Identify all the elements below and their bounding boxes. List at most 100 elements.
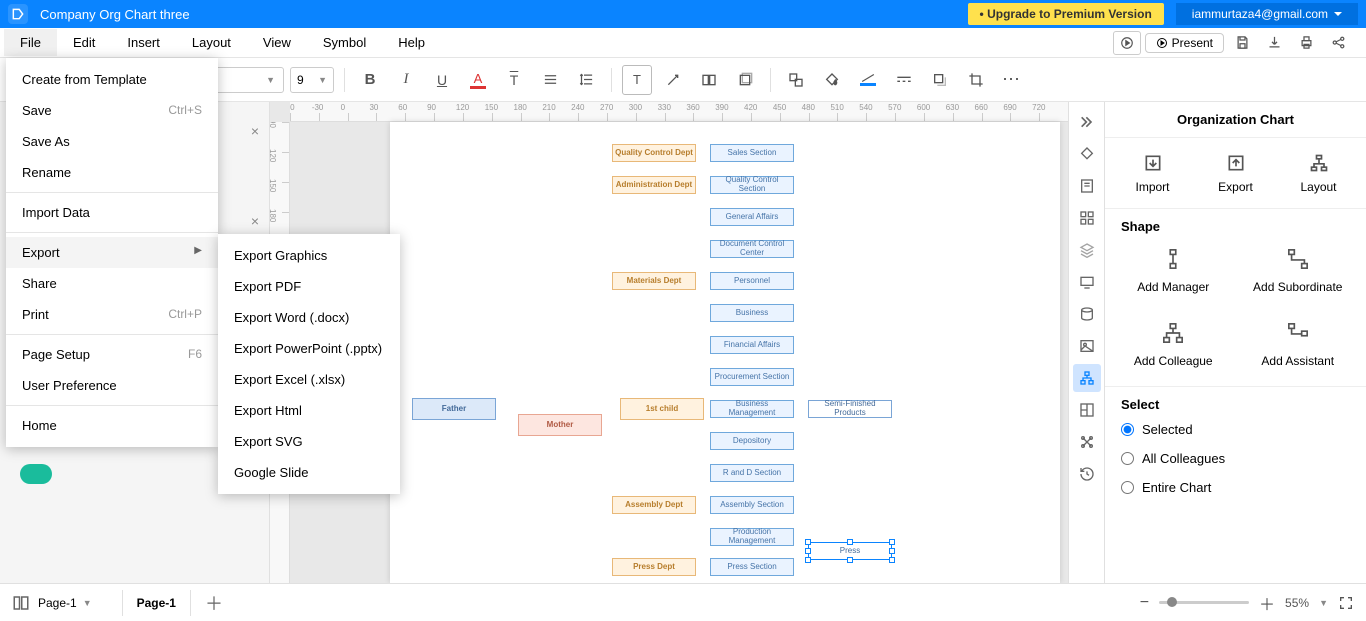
layers-icon[interactable] [1073,236,1101,264]
add-subordinate-button[interactable]: Add Subordinate [1243,248,1353,294]
export-svg[interactable]: Export SVG [218,426,400,457]
radio-selected[interactable] [1121,423,1134,436]
file-menu-export[interactable]: Export▶ [6,237,218,268]
file-menu-share[interactable]: Share [6,268,218,299]
download-icon[interactable] [1260,31,1288,55]
font-size-select[interactable]: 9▼ [290,67,334,93]
fullscreen-icon[interactable] [1338,595,1354,611]
close-tab-icon[interactable]: × [251,213,259,229]
connector-icon[interactable] [658,65,688,95]
radio-colleagues[interactable] [1121,452,1134,465]
add-colleague-button[interactable]: Add Colleague [1118,322,1228,368]
menu-file[interactable]: File [4,29,57,56]
org-node-gen-aff[interactable]: General Affairs [710,208,794,226]
file-menu-create-template[interactable]: Create from Template [6,64,218,95]
text-style-icon[interactable]: T [499,65,529,95]
select-option-selected[interactable]: Selected [1121,422,1350,437]
group-icon[interactable] [781,65,811,95]
file-menu-print[interactable]: PrintCtrl+P [6,299,218,330]
expand-panel-icon[interactable] [1073,108,1101,136]
selection-handle[interactable] [889,548,895,554]
history-icon[interactable] [1073,460,1101,488]
selection-handle[interactable] [805,539,811,545]
zoom-in-button[interactable]: ＋ [1259,591,1275,615]
align-icon[interactable] [535,65,565,95]
org-node-business[interactable]: Business [710,304,794,322]
org-node-rd[interactable]: R and D Section [710,464,794,482]
org-node-mother[interactable]: Mother [518,414,602,436]
export-graphics[interactable]: Export Graphics [218,240,400,271]
bold-icon[interactable]: B [355,65,385,95]
file-menu-home[interactable]: Home [6,410,218,441]
menu-insert[interactable]: Insert [111,29,176,56]
image-icon[interactable] [1073,332,1101,360]
org-node-qc-dept[interactable]: Quality Control Dept [612,144,696,162]
menu-edit[interactable]: Edit [57,29,111,56]
document-title[interactable]: Company Org Chart three [40,7,190,22]
org-node-doc-ctrl[interactable]: Document Control Center [710,240,794,258]
shape-palette-item[interactable] [20,464,52,484]
fill-color-icon[interactable] [817,65,847,95]
org-node-prod-mgmt[interactable]: Production Management [710,528,794,546]
org-node-bus-mgmt[interactable]: Business Management [710,400,794,418]
page-surface[interactable]: FatherMother1st childQuality Control Dep… [390,122,1060,583]
org-node-father[interactable]: Father [412,398,496,420]
save-icon[interactable] [1228,31,1256,55]
select-option-entire[interactable]: Entire Chart [1121,480,1350,495]
print-icon[interactable] [1292,31,1320,55]
org-node-qc-sec[interactable]: Quality Control Section [710,176,794,194]
zoom-out-button[interactable]: − [1140,594,1149,612]
share-icon[interactable] [1324,31,1352,55]
present-button[interactable]: Present [1145,33,1224,53]
selection-handle[interactable] [805,548,811,554]
page-select-dropdown[interactable]: Page-1▼ [38,596,92,610]
crop-icon[interactable] [961,65,991,95]
file-menu-page-setup[interactable]: Page SetupF6 [6,339,218,370]
export-html[interactable]: Export Html [218,395,400,426]
export-word[interactable]: Export Word (.docx) [218,302,400,333]
menu-view[interactable]: View [247,29,307,56]
file-menu-rename[interactable]: Rename [6,157,218,188]
rp-export-button[interactable]: Export [1196,152,1276,194]
line-spacing-icon[interactable] [571,65,601,95]
org-chart-panel-icon[interactable] [1073,364,1101,392]
selection-handle[interactable] [847,557,853,563]
menu-layout[interactable]: Layout [176,29,247,56]
network-icon[interactable] [1073,428,1101,456]
org-node-sales[interactable]: Sales Section [710,144,794,162]
video-tutorial-icon[interactable] [1113,31,1141,55]
file-menu-save-as[interactable]: Save As [6,126,218,157]
selection-handle[interactable] [889,557,895,563]
close-tab-icon[interactable]: × [251,123,259,139]
export-powerpoint[interactable]: Export PowerPoint (.pptx) [218,333,400,364]
add-page-button[interactable]: ＋ [205,590,223,616]
italic-icon[interactable]: I [391,65,421,95]
export-excel[interactable]: Export Excel (.xlsx) [218,364,400,395]
selection-handle[interactable] [847,539,853,545]
text-tool-icon[interactable]: T [622,65,652,95]
org-node-assembly-dept[interactable]: Assembly Dept [612,496,696,514]
select-option-colleagues[interactable]: All Colleagues [1121,451,1350,466]
underline-icon[interactable]: U [427,65,457,95]
zoom-dropdown-icon[interactable]: ▼ [1319,598,1328,608]
add-manager-button[interactable]: Add Manager [1118,248,1228,294]
layout-horizontal-icon[interactable] [694,65,724,95]
file-menu-save[interactable]: SaveCtrl+S [6,95,218,126]
menu-help[interactable]: Help [382,29,441,56]
org-node-press-dept[interactable]: Press Dept [612,558,696,576]
page-tab-active[interactable]: Page-1 [122,590,191,616]
theme-icon[interactable] [1073,140,1101,168]
slides-icon[interactable] [1073,268,1101,296]
file-menu-import-data[interactable]: Import Data [6,197,218,228]
selection-handle[interactable] [889,539,895,545]
canvas[interactable]: FatherMother1st childQuality Control Dep… [290,122,1068,583]
zoom-slider[interactable] [1159,601,1249,604]
menu-symbol[interactable]: Symbol [307,29,382,56]
rp-import-button[interactable]: Import [1113,152,1193,194]
zoom-slider-thumb[interactable] [1167,597,1177,607]
layout-stack-icon[interactable] [730,65,760,95]
radio-entire[interactable] [1121,481,1134,494]
org-node-asm-sec[interactable]: Assembly Section [710,496,794,514]
org-node-semi[interactable]: Semi-Finished Products [808,400,892,418]
org-node-materials-dept[interactable]: Materials Dept [612,272,696,290]
